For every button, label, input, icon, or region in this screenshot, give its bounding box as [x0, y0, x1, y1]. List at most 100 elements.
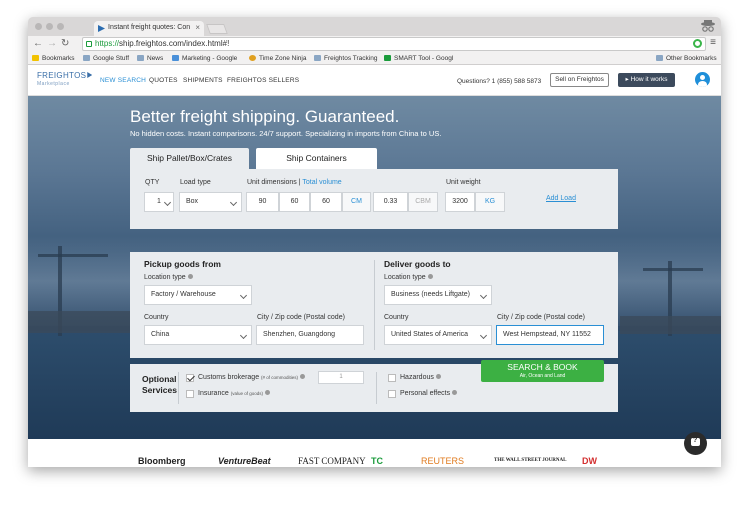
add-load-link[interactable]: Add Load: [546, 195, 576, 202]
press-logo-fastcompany: FAST COMPANY: [298, 456, 366, 466]
support-phone[interactable]: Questions? 1 (855) 588 5873: [457, 78, 541, 85]
deliver-country-label: Country: [384, 314, 409, 321]
bookmark-item[interactable]: Bookmarks: [32, 54, 75, 63]
nav-freightos-sellers[interactable]: FREIGHTOS SELLERS: [227, 77, 299, 84]
pickup-country-select[interactable]: China: [144, 325, 252, 345]
press-logo-dw: DW: [582, 456, 597, 466]
press-logos-strip: Bloomberg VentureBeat FAST COMPANY TC RE…: [28, 439, 721, 467]
tab-bar: Instant freight quotes: Con ×: [28, 17, 721, 36]
bookmark-item[interactable]: Marketing - Google: [172, 54, 237, 63]
lock-icon: [86, 41, 92, 47]
pickup-country-label: Country: [144, 314, 169, 321]
ship-silhouette: [28, 311, 138, 333]
nav-new-search[interactable]: NEW SEARCH: [100, 77, 146, 84]
chat-help-button[interactable]: ?: [684, 432, 707, 455]
nav-quotes[interactable]: QUOTES: [149, 77, 178, 84]
bookmark-item[interactable]: Google Stuff: [83, 54, 129, 63]
browser-menu-icon[interactable]: ≡: [710, 37, 716, 48]
info-icon[interactable]: [187, 274, 193, 279]
dim-height-input[interactable]: 60: [310, 192, 342, 212]
load-type-select[interactable]: Box: [179, 192, 242, 212]
pickup-city-input[interactable]: Shenzhen, Guangdong: [256, 325, 364, 345]
clock-icon: [249, 55, 256, 61]
reload-icon[interactable]: ↻: [61, 38, 69, 50]
incognito-profile-icon[interactable]: [699, 19, 717, 34]
new-tab-button[interactable]: [206, 24, 228, 34]
hazardous-label: Hazardous: [400, 374, 441, 381]
star-icon: [32, 55, 39, 61]
tab-ship-containers[interactable]: Ship Containers: [256, 148, 377, 169]
dim-length-input[interactable]: 90: [246, 192, 279, 212]
logo-arrow-icon: [87, 72, 93, 78]
deliver-location-type-select[interactable]: Business (needs Liftgate): [384, 285, 492, 305]
info-icon[interactable]: [435, 374, 441, 379]
info-icon[interactable]: [427, 274, 433, 279]
commodities-input[interactable]: 1: [318, 371, 364, 384]
info-icon[interactable]: [264, 390, 270, 395]
customs-brokerage-checkbox[interactable]: [186, 374, 194, 382]
dim-unit-toggle[interactable]: CM: [342, 192, 371, 212]
browser-window: Instant freight quotes: Con × ← → ↻ http…: [28, 17, 721, 467]
qty-select[interactable]: 1: [144, 192, 174, 212]
crane-silhouette: [643, 268, 703, 271]
hero-section: Better freight shipping. Guaranteed. No …: [28, 96, 721, 439]
chevron-down-icon: [239, 291, 248, 300]
hero-subtitle: No hidden costs. Instant comparisons. 24…: [130, 129, 442, 138]
unit-dimensions-label: Unit dimensions | Total volume: [247, 179, 342, 186]
info-icon[interactable]: [300, 374, 306, 379]
personal-effects-label: Personal effects: [400, 390, 458, 397]
nav-shipments[interactable]: SHIPMENTS: [183, 77, 223, 84]
bookmark-item[interactable]: Other Bookmarks: [656, 54, 717, 63]
volume-unit-toggle[interactable]: CBM: [408, 192, 438, 212]
deliver-city-input[interactable]: West Hempstead, NY 11552: [496, 325, 604, 345]
chevron-down-icon: [479, 331, 488, 340]
divider: [374, 260, 375, 350]
sell-on-freightos-button[interactable]: Sell on Freightos: [550, 73, 609, 87]
chevron-down-icon: [239, 331, 248, 340]
extension-icon[interactable]: [693, 39, 702, 48]
freightos-logo[interactable]: FREIGHTOS Marketplace: [37, 72, 93, 88]
bookmark-item[interactable]: SMART Tool - Googl: [384, 54, 453, 63]
divider: [376, 372, 377, 404]
insurance-checkbox[interactable]: [186, 390, 194, 398]
user-avatar-icon[interactable]: [695, 72, 710, 87]
how-it-works-button[interactable]: ▸ How it works: [618, 73, 675, 87]
chevron-down-icon: [479, 291, 488, 300]
deliver-country-select[interactable]: United States of America: [384, 325, 492, 345]
bookmark-item[interactable]: News: [137, 54, 163, 63]
total-volume-link[interactable]: Total volume: [302, 179, 341, 186]
pickup-location-type-select[interactable]: Factory / Warehouse: [144, 285, 252, 305]
close-window-icon[interactable]: [35, 23, 42, 30]
weight-input[interactable]: 3200: [445, 192, 475, 212]
url-input[interactable]: https://ship.freightos.com/index.html#!: [82, 37, 706, 51]
hazardous-checkbox[interactable]: [388, 374, 396, 382]
maximize-window-icon[interactable]: [57, 23, 64, 30]
sheets-icon: [384, 55, 391, 61]
info-icon[interactable]: [452, 390, 458, 395]
search-and-book-button[interactable]: SEARCH & BOOK Air, Ocean and Land: [481, 360, 604, 382]
browser-tab[interactable]: Instant freight quotes: Con ×: [94, 21, 204, 36]
weight-unit-toggle[interactable]: KG: [475, 192, 505, 212]
hero-title: Better freight shipping. Guaranteed.: [130, 107, 400, 126]
back-icon[interactable]: ←: [33, 38, 43, 50]
personal-effects-checkbox[interactable]: [388, 390, 396, 398]
folder-icon: [137, 55, 144, 61]
forward-icon[interactable]: →: [47, 38, 57, 50]
tab-ship-pallet[interactable]: Ship Pallet/Box/Crates: [130, 148, 249, 169]
press-logo-wsj: THE WALL STREET JOURNAL: [494, 458, 567, 463]
bookmark-item[interactable]: Freightos Tracking: [314, 54, 377, 63]
optional-services-title: Optional Services: [142, 374, 177, 395]
volume-input[interactable]: 0.33: [373, 192, 408, 212]
folder-icon: [83, 55, 90, 61]
load-panel: QTY 1 Load type Box Unit dimensions | To…: [130, 169, 618, 229]
bookmarks-bar: Bookmarks Google Stuff News Marketing - …: [28, 52, 721, 65]
minimize-window-icon[interactable]: [46, 23, 53, 30]
freightos-favicon-icon: [98, 25, 105, 32]
close-tab-icon[interactable]: ×: [195, 23, 200, 32]
folder-icon: [314, 55, 321, 61]
pickup-location-type-label: Location type: [144, 274, 193, 281]
bookmark-item[interactable]: Time Zone Ninja: [249, 54, 306, 63]
qty-label: QTY: [145, 179, 160, 186]
press-logo-bloomberg: Bloomberg: [138, 456, 186, 466]
dim-width-input[interactable]: 60: [279, 192, 310, 212]
